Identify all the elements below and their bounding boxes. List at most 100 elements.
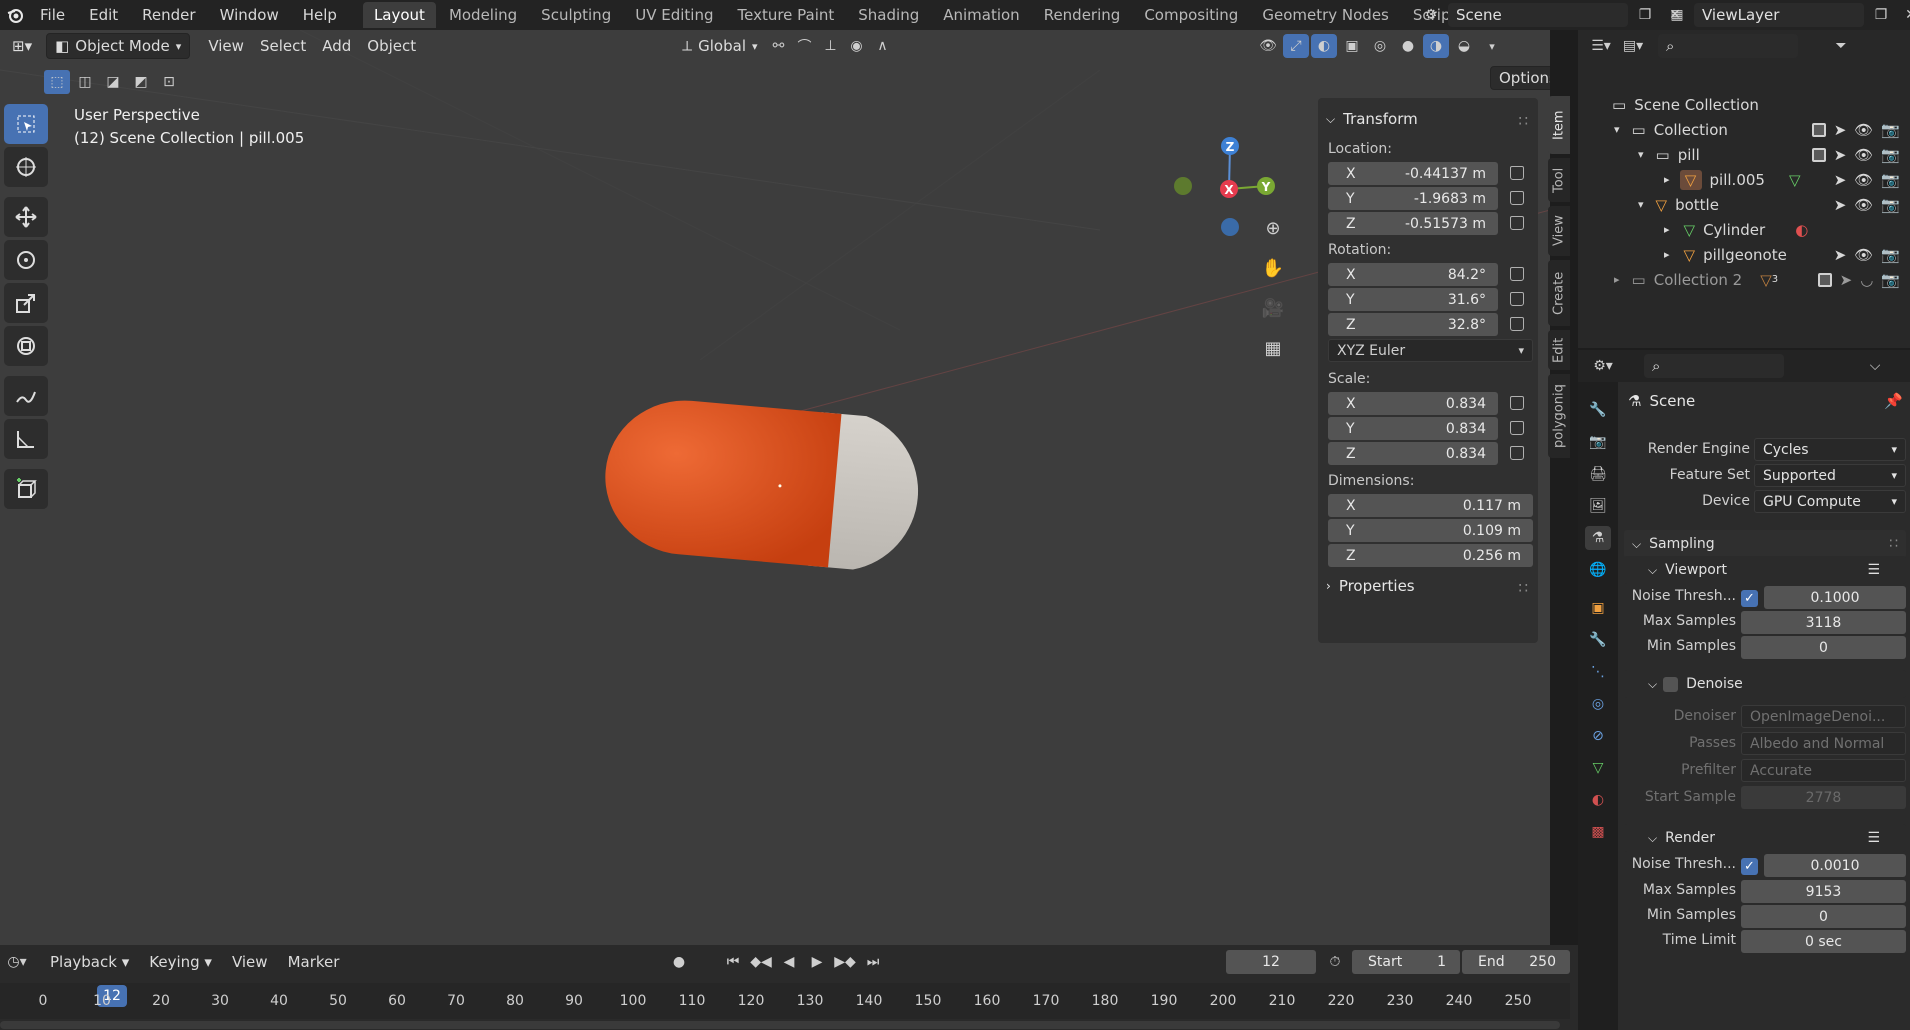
texture-tab-icon[interactable]: ▩ [1585,820,1611,844]
outliner-row-pill[interactable]: ▾ ▭ pill ➤ 👁 📷 [1578,142,1910,167]
tool-tab-icon[interactable]: 🔧 [1585,398,1611,422]
tab-shading[interactable]: Shading [847,2,930,28]
lock-icon[interactable] [1510,446,1524,460]
end-frame-field[interactable]: End 250 [1462,950,1570,974]
device-dropdown[interactable]: GPU Compute ▾ [1754,490,1906,513]
render-engine-dropdown[interactable]: Cycles ▾ [1754,438,1906,461]
start-frame-field[interactable]: Start 1 [1352,950,1460,974]
select-difference-icon[interactable]: ◩ [128,70,154,94]
transform-tool-icon[interactable] [4,326,48,366]
r-max-samples-field[interactable]: 9153 [1741,880,1906,903]
material-shading-icon[interactable]: ◑ [1423,34,1449,58]
annotate-tool-icon[interactable] [4,376,48,416]
lock-icon[interactable] [1510,292,1524,306]
menu-edit[interactable]: Edit [77,6,130,24]
scene-tab-icon[interactable]: ⚗ [1585,526,1611,550]
dimensions-y-field[interactable]: Y 0.109 m [1328,519,1533,542]
next-keyframe-icon[interactable]: ▶◆ [832,950,858,974]
snap-icon[interactable]: ⌒ [792,34,818,58]
options-dropdown[interactable]: Options ▾ [1490,66,1550,90]
rotation-mode-dropdown[interactable]: XYZ Euler ▾ [1328,339,1533,362]
rendered-shading-icon[interactable]: ◒ [1451,34,1477,58]
location-x-field[interactable]: X -0.44137 m [1328,162,1524,185]
lock-icon[interactable] [1510,421,1524,435]
jump-end-icon[interactable]: ⏭ [860,950,886,974]
world-tab-icon[interactable]: 🌐 [1585,558,1611,582]
chevron-down-icon[interactable]: ⌵ [1862,354,1888,378]
gizmo-toggle-icon[interactable]: ⤢ [1283,34,1309,58]
move-tool-icon[interactable] [4,197,48,237]
drag-handle-icon[interactable]: ∷ [1518,579,1528,597]
dimensions-x-field[interactable]: X 0.117 m [1328,494,1533,517]
filter-icon[interactable]: ⏷ [1828,34,1854,58]
new-view-layer-icon[interactable]: ❐ [1868,3,1894,27]
camera-view-icon[interactable]: 🎥 [1257,292,1289,324]
scale-tool-icon[interactable] [4,283,48,323]
prev-keyframe-icon[interactable]: ◆◀ [748,950,774,974]
material-icon[interactable]: ◐ [1795,221,1808,239]
passes-dropdown[interactable]: Albedo and Normal [1741,732,1906,755]
editor-type-icon[interactable]: ⊞▾ [4,34,40,58]
eye-icon[interactable]: 👁 [1854,146,1873,164]
3d-viewport[interactable]: ⊞▾ ◧ Object Mode ▾ View Select Add Objec… [0,30,1550,945]
select-arrow-icon[interactable]: ➤ [1834,146,1847,164]
play-icon[interactable]: ▶ [804,950,830,974]
select-arrow-icon[interactable]: ➤ [1834,171,1847,189]
menu-select[interactable]: Select [252,34,314,58]
outliner-row-pill-005[interactable]: ▸ ▽ pill.005 ▽ ➤ 👁 📷 [1578,167,1910,192]
tab-layout[interactable]: Layout [362,2,436,28]
start-sample-field[interactable]: 2778 [1741,786,1906,809]
properties-editor-icon[interactable]: ⚙▾ [1590,354,1616,378]
r-noise-field[interactable]: 0.0010 [1764,854,1906,877]
menu-object[interactable]: Object [359,34,424,58]
lock-icon[interactable] [1510,191,1524,205]
add-cube-tool-icon[interactable] [4,469,48,509]
denoise-subpanel-header[interactable]: ⌵ Denoise [1624,670,1906,698]
overlay-toggle-icon[interactable]: ◐ [1311,34,1337,58]
menu-render[interactable]: Render [130,6,207,24]
menu-playback[interactable]: Playback ▾ [42,950,137,974]
solid-shading-icon[interactable]: ● [1395,34,1421,58]
r-min-samples-field[interactable]: 0 [1741,905,1906,928]
tab-texture-paint[interactable]: Texture Paint [726,2,845,28]
mode-dropdown[interactable]: ◧ Object Mode ▾ [46,33,191,59]
select-arrow-icon[interactable]: ➤ [1834,196,1847,214]
zoom-icon[interactable]: ⊕ [1257,212,1289,244]
select-subtract-icon[interactable]: ◪ [100,70,126,94]
transform-header[interactable]: ⌵ Transform [1326,110,1418,128]
outliner-row-cylinder[interactable]: ▸ ▽ Cylinder ◐ [1578,217,1910,242]
menu-view[interactable]: View [200,34,252,58]
wireframe-shading-icon[interactable]: ◎ [1367,34,1393,58]
outliner-row-pillgeonote[interactable]: ▸ ▽ pillgeonote ➤ 👁 📷 [1578,242,1910,267]
presets-list-icon[interactable]: ☰ [1867,562,1880,578]
sampling-panel-header[interactable]: ⌵ Sampling ∷ [1624,530,1906,558]
denoiser-dropdown[interactable]: OpenImageDenoi... [1741,705,1906,728]
rotation-x-field[interactable]: X 84.2° [1328,263,1524,286]
camera-icon[interactable]: 📷 [1881,246,1900,264]
pin-icon[interactable]: 📌 [1884,392,1903,410]
tab-animation[interactable]: Animation [932,2,1030,28]
vp-noise-field[interactable]: 0.1000 [1764,586,1906,609]
select-box-tool-icon[interactable] [4,104,48,144]
tab-edit[interactable]: Edit [1548,330,1570,370]
tab-polygoniq[interactable]: polygoniq [1548,374,1570,458]
dimensions-z-field[interactable]: Z 0.256 m [1328,544,1533,567]
orientation-dropdown[interactable]: ⟂ Global ▾ [674,34,765,58]
material-tab-icon[interactable]: ◐ [1585,788,1611,812]
exclude-checkbox[interactable] [1817,272,1832,287]
timeline-editor-icon[interactable]: ◷▾ [4,950,30,974]
menu-keying[interactable]: Keying ▾ [141,950,220,974]
drag-handle-icon[interactable]: ∷ [1518,112,1528,130]
view-layer-icon[interactable]: ▦ [1664,3,1690,27]
drag-handle-icon[interactable]: ∷ [1889,536,1898,552]
menu-help[interactable]: Help [291,6,349,24]
data-tab-icon[interactable]: ▽ [1585,756,1611,780]
feature-set-dropdown[interactable]: Supported ▾ [1754,464,1906,487]
time-limit-field[interactable]: 0 sec [1741,930,1906,953]
outliner-editor-icon[interactable]: ☰▾ [1588,34,1614,58]
tab-tool[interactable]: Tool [1548,158,1570,202]
location-y-field[interactable]: Y -1.9683 m [1328,187,1524,210]
stopwatch-icon[interactable]: ⏱ [1322,950,1348,974]
outliner-row-scene-collection[interactable]: ▭ Scene Collection [1578,92,1910,117]
exclude-checkbox[interactable] [1811,147,1826,162]
